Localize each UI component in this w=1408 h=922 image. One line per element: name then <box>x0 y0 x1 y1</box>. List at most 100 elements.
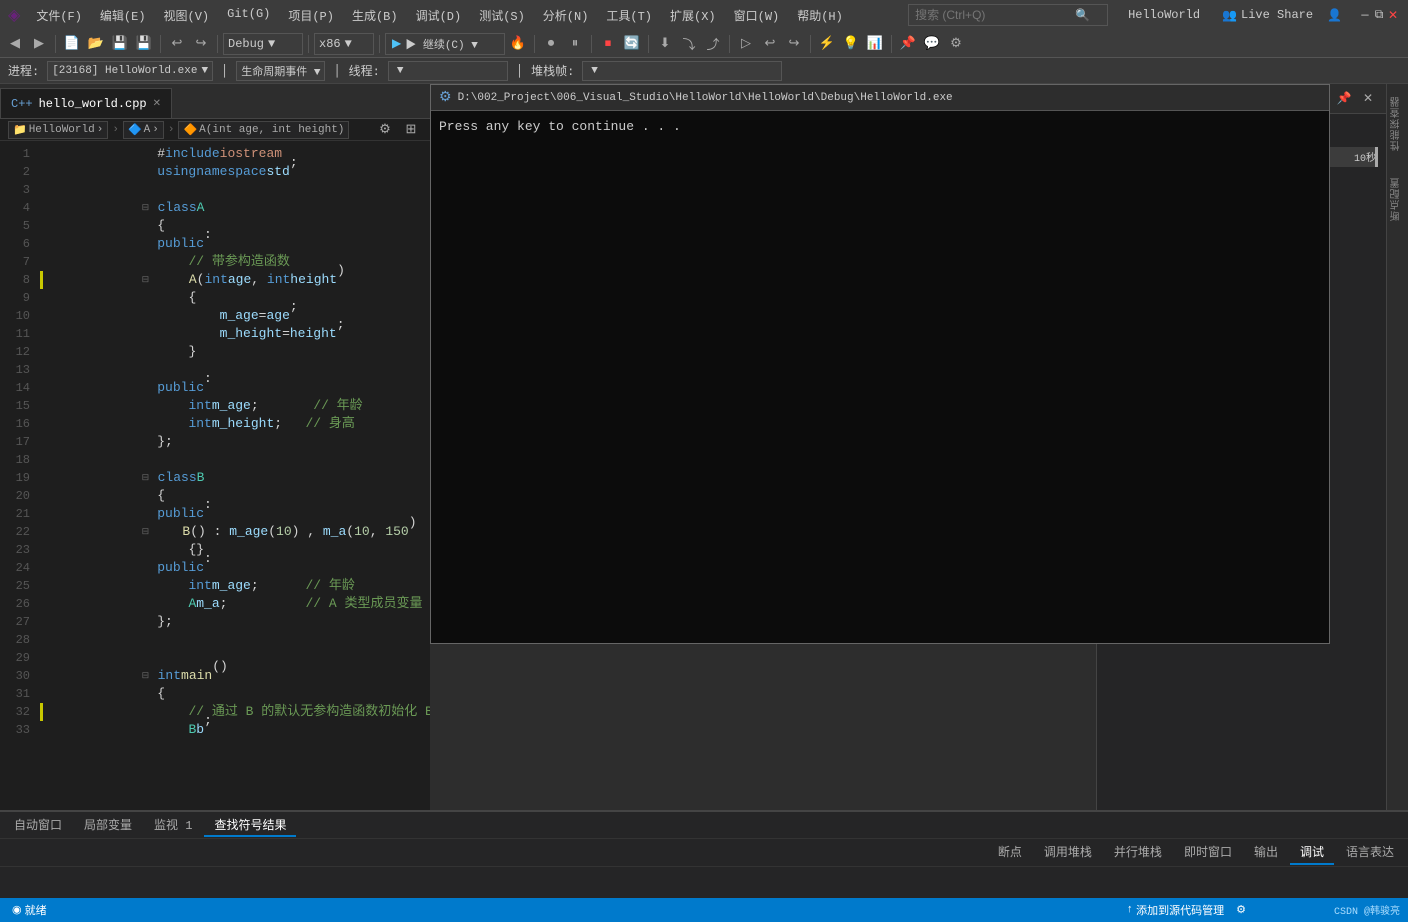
tab-hello-world[interactable]: C++ hello_world.cpp ✕ <box>0 88 172 118</box>
step-out-button[interactable]: ⤴ <box>702 33 724 55</box>
menu-debug[interactable]: 调试(D) <box>408 5 470 26</box>
forward-trace-button[interactable]: ↪ <box>783 33 805 55</box>
bottom-tab2-output[interactable]: 输出 <box>1244 841 1288 865</box>
stop-button[interactable]: ⏹ <box>597 33 619 55</box>
breadcrumb-class[interactable]: 📁 HelloWorld › <box>8 121 108 139</box>
performance-button[interactable]: ⚡ <box>816 33 838 55</box>
save-button[interactable]: 💾 <box>109 33 131 55</box>
bottom-tab2-debug[interactable]: 调试 <box>1290 841 1334 865</box>
settings-toolbar-button[interactable]: ⚙ <box>945 33 967 55</box>
editor-settings-button[interactable]: ⚙ <box>374 119 396 141</box>
status-ready[interactable]: ◉ 就绪 <box>8 902 51 918</box>
toolbar-sep6 <box>534 35 535 53</box>
menu-build[interactable]: 生成(B) <box>344 5 406 26</box>
menu-git[interactable]: Git(G) <box>219 5 278 26</box>
back-button[interactable]: ◀ <box>4 33 26 55</box>
line-num-5: 5 <box>4 217 36 235</box>
line-num-3: 3 <box>4 181 36 199</box>
line-num-11: 11 <box>4 325 36 343</box>
record-button[interactable]: ⏺ <box>540 33 562 55</box>
menu-file[interactable]: 文件(F) <box>28 5 90 26</box>
line-num-18: 18 <box>4 451 36 469</box>
run-cursor-button[interactable]: ▷ <box>735 33 757 55</box>
bottom-tab-locals[interactable]: 局部变量 <box>74 813 142 837</box>
account-icon[interactable]: 👤 <box>1327 8 1342 23</box>
continue-button[interactable]: ▶ ▶ 继续(C) ▼ <box>385 33 505 55</box>
toolbar-sep4 <box>308 35 309 53</box>
bottom-tab2-callstack[interactable]: 调用堆栈 <box>1034 841 1102 865</box>
pause-record-button[interactable]: ⏸ <box>564 33 586 55</box>
undo-button[interactable]: ↩ <box>166 33 188 55</box>
bottom-tab2-parallel[interactable]: 并行堆栈 <box>1104 841 1172 865</box>
line-num-33: 33 <box>4 721 36 739</box>
diag-close-button[interactable]: ✕ <box>1358 89 1378 109</box>
live-share-button[interactable]: 👥 Live Share <box>1216 6 1319 25</box>
editor-container: C++ hello_world.cpp ✕ 📁 HelloWorld › › 🔷… <box>0 84 430 810</box>
code-content[interactable]: #include iostream using namespace std; ⊟… <box>40 141 430 810</box>
far-right-tab-bp[interactable]: 断点配置 <box>1388 169 1407 229</box>
lifecycle-label: 生命周期事件 ▼ <box>241 63 320 79</box>
live-share-label: Live Share <box>1241 8 1313 22</box>
line-num-9: 9 <box>4 289 36 307</box>
bottom-tab-auto[interactable]: 自动窗口 <box>4 813 72 837</box>
tab-close-button[interactable]: ✕ <box>153 98 161 110</box>
search-input[interactable] <box>915 8 1075 22</box>
new-file-button[interactable]: 📄 <box>61 33 83 55</box>
comment-button[interactable]: 💬 <box>921 33 943 55</box>
step-into-button[interactable]: ⤵ <box>678 33 700 55</box>
bottom-tab2-immediate[interactable]: 即时窗口 <box>1174 841 1242 865</box>
split-editor-button[interactable]: ⊞ <box>400 119 422 141</box>
forward-button[interactable]: ▶ <box>28 33 50 55</box>
process-label: 进程: <box>8 62 39 79</box>
console-window[interactable]: ⚙ D:\002_Project\006_Visual_Studio\Hello… <box>430 84 1330 644</box>
menu-window[interactable]: 窗口(W) <box>726 5 788 26</box>
menu-view[interactable]: 视图(V) <box>156 5 218 26</box>
bottom-tab2-language[interactable]: 语言表达 <box>1336 841 1404 865</box>
close-button[interactable]: ✕ <box>1386 8 1400 22</box>
menu-help[interactable]: 帮助(H) <box>789 5 851 26</box>
thread-dropdown[interactable]: ▼ <box>388 61 508 81</box>
menu-extensions[interactable]: 扩展(X) <box>662 5 724 26</box>
menu-tools[interactable]: 工具(T) <box>598 5 660 26</box>
breadcrumb-class2-label: A <box>144 124 151 136</box>
menu-analyze[interactable]: 分析(N) <box>535 5 597 26</box>
menu-test[interactable]: 测试(S) <box>471 5 533 26</box>
bottom-tab-find-symbol[interactable]: 查找符号结果 <box>204 813 296 837</box>
diag-pin-button[interactable]: 📌 <box>1334 89 1354 109</box>
breadcrumb-class2[interactable]: 🔷 A › <box>123 121 164 139</box>
vs-logo: ◈ <box>8 5 20 25</box>
save-all-button[interactable]: 💾 <box>133 33 155 55</box>
redo-button[interactable]: ↪ <box>190 33 212 55</box>
source-control-button[interactable]: ↑ 添加到源代码管理 <box>1123 902 1229 918</box>
fire-button[interactable]: 🔥 <box>507 33 529 55</box>
restart-button[interactable]: 🔄 <box>621 33 643 55</box>
restore-button[interactable]: ⧉ <box>1372 8 1386 22</box>
bottom-tab2-breakpoints[interactable]: 断点 <box>988 841 1032 865</box>
breadcrumb: 📁 HelloWorld › › 🔷 A › › 🔶 A(int age, in… <box>0 119 430 141</box>
step-over-button[interactable]: ⬇ <box>654 33 676 55</box>
code-editor[interactable]: 1 2 3 4 5 6 7 8 9 10 11 12 13 14 15 16 1… <box>0 141 430 810</box>
console-output: Press any key to continue . . . <box>439 119 681 134</box>
pin-button[interactable]: 📌 <box>897 33 919 55</box>
process-dropdown[interactable]: [23168] HelloWorld.exe ▼ <box>47 61 213 81</box>
search-box[interactable]: 🔍 <box>908 4 1108 26</box>
menu-project[interactable]: 项目(P) <box>280 5 342 26</box>
debug-config-dropdown[interactable]: Debug ▼ <box>223 33 303 55</box>
menu-edit[interactable]: 编辑(E) <box>92 5 154 26</box>
far-right-tab-perf[interactable]: 性能探查器 <box>1388 88 1407 159</box>
open-button[interactable]: 📂 <box>85 33 107 55</box>
platform-dropdown[interactable]: x86 ▼ <box>314 33 374 55</box>
backtrace-button[interactable]: ↩ <box>759 33 781 55</box>
minimize-button[interactable]: — <box>1358 8 1372 22</box>
lifecycle-dropdown[interactable]: 生命周期事件 ▼ <box>236 61 325 81</box>
toolbar: ◀ ▶ 📄 📂 💾 💾 ↩ ↪ Debug ▼ x86 ▼ ▶ ▶ 继续(C) … <box>0 30 1408 58</box>
tab-icon: C++ <box>11 97 33 111</box>
bottom-tab-watch[interactable]: 监视 1 <box>144 813 202 837</box>
breadcrumb-method[interactable]: 🔶 A(int age, int height) <box>178 121 349 139</box>
cpu-button[interactable]: 📊 <box>864 33 886 55</box>
thread-label: 线程: <box>349 62 380 79</box>
memory-button[interactable]: 💡 <box>840 33 862 55</box>
toolbar-sep10 <box>810 35 811 53</box>
status-settings-button[interactable]: ⚙ <box>1232 903 1250 917</box>
stack-dropdown[interactable]: ▼ <box>582 61 782 81</box>
